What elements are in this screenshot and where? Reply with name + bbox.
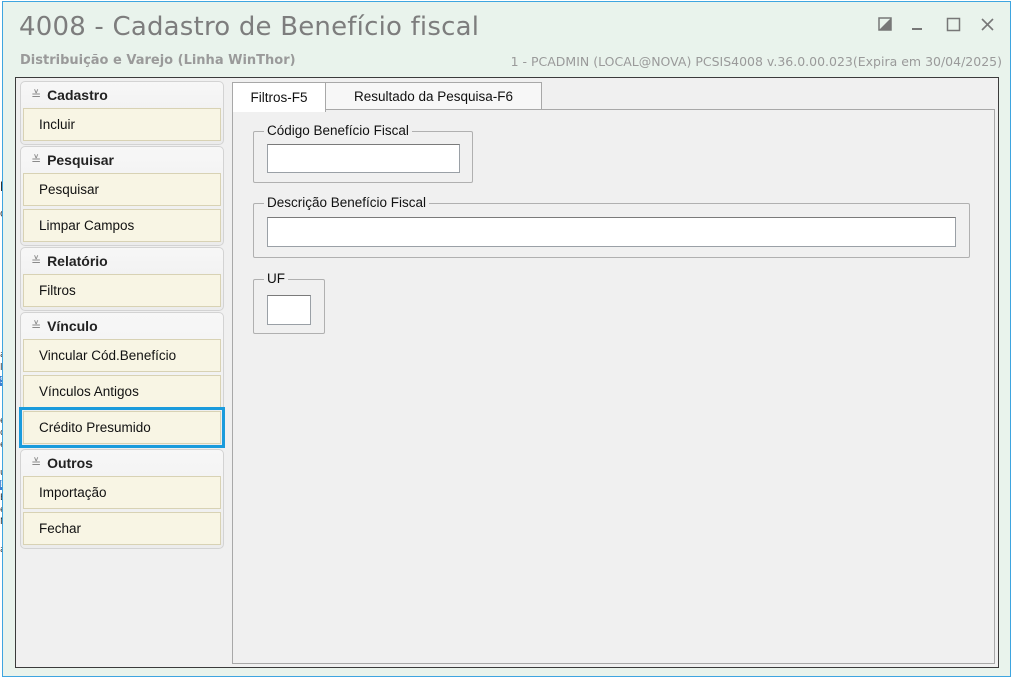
group-title: Relatório (47, 253, 108, 269)
codigo-beneficio-label: Código Benefício Fiscal (264, 123, 412, 138)
vincular-cod-beneficio-button[interactable]: Vincular Cód.Benefício (23, 339, 221, 372)
action-sidebar: ≚ Cadastro Incluir ≚ Pesquisar Pesquisar… (19, 81, 225, 550)
chevron-double-down-icon: ≚ (31, 319, 42, 333)
group-title: Outros (47, 455, 93, 471)
group-title: Pesquisar (47, 152, 114, 168)
group-cadastro: ≚ Cadastro Incluir (20, 81, 224, 145)
descricao-beneficio-group: Descrição Benefício Fiscal (253, 195, 970, 258)
group-header-cadastro[interactable]: ≚ Cadastro (21, 82, 223, 108)
group-relatorio: ≚ Relatório Filtros (20, 247, 224, 311)
group-vinculo: ≚ Vínculo Vincular Cód.Benefício Vínculo… (19, 312, 225, 448)
vinculos-antigos-button[interactable]: Vínculos Antigos (23, 375, 221, 408)
chevron-double-down-icon: ≚ (31, 88, 42, 102)
group-header-vinculo[interactable]: ≚ Vínculo (21, 313, 223, 339)
group-pesquisar: ≚ Pesquisar Pesquisar Limpar Campos (20, 146, 224, 246)
uf-label: UF (264, 271, 288, 286)
descricao-beneficio-input[interactable] (267, 217, 956, 247)
restore-icon[interactable] (875, 14, 895, 34)
group-header-outros[interactable]: ≚ Outros (21, 450, 223, 476)
limpar-campos-button[interactable]: Limpar Campos (23, 209, 221, 242)
codigo-beneficio-input[interactable] (267, 144, 460, 173)
window-subtitle-product: Distribuição e Varejo (Linha WinThor) (20, 53, 296, 68)
minimize-icon[interactable] (907, 14, 927, 34)
chevron-double-down-icon: ≚ (31, 153, 42, 167)
tab-resultado-pesquisa[interactable]: Resultado da Pesquisa-F6 (325, 82, 542, 110)
filters-panel: Código Benefício Fiscal Descrição Benefí… (232, 109, 995, 664)
credito-presumido-button[interactable]: Crédito Presumido (19, 407, 225, 448)
group-header-pesquisar[interactable]: ≚ Pesquisar (21, 147, 223, 173)
close-icon[interactable] (977, 14, 997, 34)
group-header-relatorio[interactable]: ≚ Relatório (21, 248, 223, 274)
fechar-button[interactable]: Fechar (23, 512, 221, 545)
window-title: 4008 - Cadastro de Benefício fiscal (19, 12, 480, 42)
content-area: ≚ Cadastro Incluir ≚ Pesquisar Pesquisar… (15, 77, 999, 668)
incluir-button[interactable]: Incluir (23, 108, 221, 141)
codigo-beneficio-group: Código Benefício Fiscal (253, 123, 473, 183)
chevron-double-down-icon: ≚ (31, 456, 42, 470)
group-title: Cadastro (47, 87, 108, 103)
main-window: 4008 - Cadastro de Benefício fiscal Dist… (2, 1, 1011, 677)
uf-input[interactable] (267, 295, 311, 325)
importacao-button[interactable]: Importação (23, 476, 221, 509)
chevron-double-down-icon: ≚ (31, 254, 42, 268)
title-bar[interactable]: 4008 - Cadastro de Benefício fiscal Dist… (3, 2, 1010, 76)
descricao-beneficio-label: Descrição Benefício Fiscal (264, 195, 430, 210)
maximize-icon[interactable] (943, 14, 963, 34)
window-subtitle-session: 1 - PCADMIN (LOCAL@NOVA) PCSIS4008 v.36.… (510, 54, 1002, 69)
filtros-button[interactable]: Filtros (23, 274, 221, 307)
group-title: Vínculo (47, 318, 98, 334)
pesquisar-button[interactable]: Pesquisar (23, 173, 221, 206)
uf-group: UF (253, 271, 325, 334)
group-outros: ≚ Outros Importação Fechar (20, 449, 224, 549)
tab-filtros[interactable]: Filtros-F5 (232, 82, 326, 112)
